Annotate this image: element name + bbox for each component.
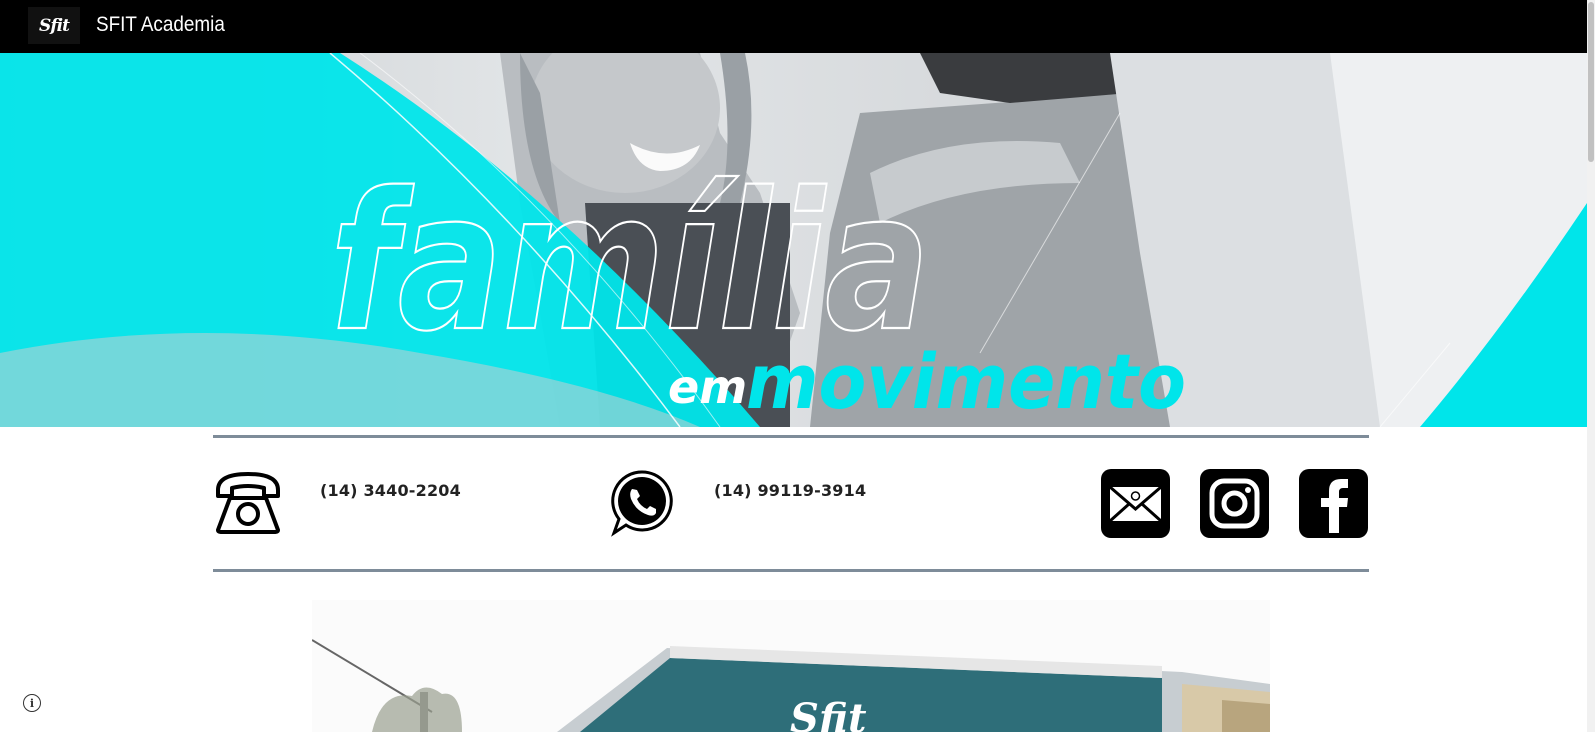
hero-image: família em movimento xyxy=(0,53,1587,427)
email-icon xyxy=(1108,485,1163,523)
facebook-icon xyxy=(1321,479,1348,533)
logo-text: Sfit xyxy=(39,15,70,36)
info-button[interactable]: i xyxy=(23,694,41,712)
hero-banner: família em movimento xyxy=(0,53,1587,427)
facebook-button[interactable] xyxy=(1299,469,1368,538)
instagram-icon xyxy=(1209,478,1260,529)
divider-top xyxy=(213,435,1369,438)
site-title[interactable]: SFIT Academia xyxy=(96,13,225,37)
storefront-sign: Sfit xyxy=(790,695,867,732)
phone-number[interactable]: (14) 3440-2204 xyxy=(320,481,461,500)
email-button[interactable] xyxy=(1101,469,1170,538)
storefront-photo: Sfit xyxy=(312,600,1270,732)
whatsapp-number[interactable]: (14) 99119-3914 xyxy=(714,481,866,500)
info-icon: i xyxy=(29,696,35,710)
whatsapp-icon xyxy=(611,470,673,537)
storefront-image: Sfit xyxy=(312,600,1270,732)
hero-tagline-prefix: em xyxy=(668,360,747,414)
telephone-icon xyxy=(216,472,280,534)
hero-tagline-word: movimento xyxy=(746,337,1186,426)
divider-bottom xyxy=(213,569,1369,572)
scrollbar-thumb[interactable] xyxy=(1588,2,1594,162)
page-scrollbar[interactable] xyxy=(1587,0,1595,732)
instagram-button[interactable] xyxy=(1200,469,1269,538)
site-logo[interactable]: Sfit xyxy=(28,7,80,44)
top-bar: Sfit SFIT Academia xyxy=(0,0,1587,53)
